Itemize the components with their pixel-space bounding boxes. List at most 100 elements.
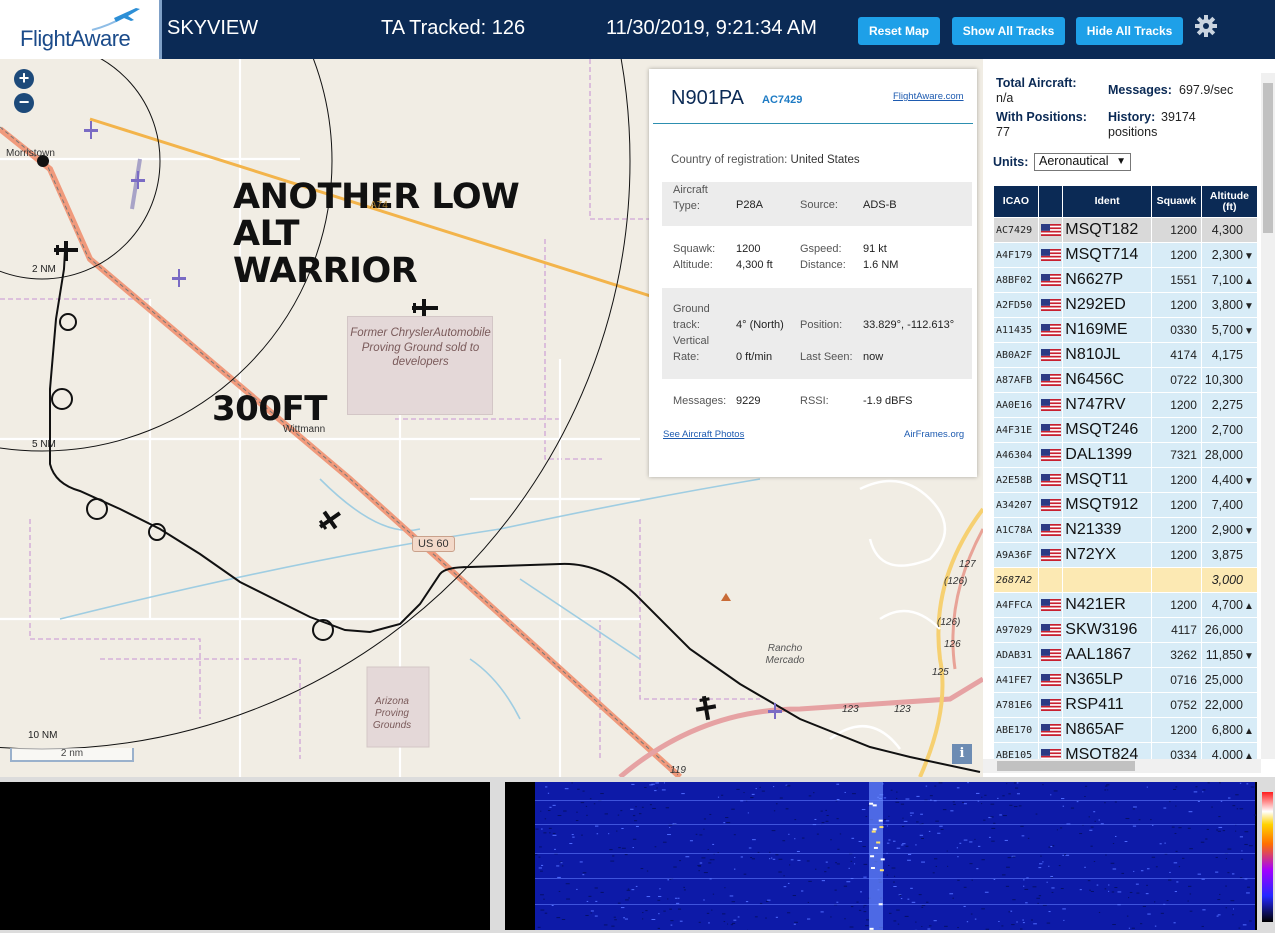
cell-altitude: 25,000 <box>1200 667 1259 693</box>
us-flag-icon <box>1040 723 1061 736</box>
col-header-squawk[interactable]: Squawk <box>1150 185 1202 218</box>
cell-flag <box>1037 342 1064 368</box>
cell-altitude: 3,800▼ <box>1200 292 1259 318</box>
cell-altitude: 2,700 <box>1200 417 1259 443</box>
aircraft-purple-icon[interactable] <box>131 171 145 189</box>
gspeed-label: Gspeed: <box>800 243 842 255</box>
spectrum-panel <box>0 777 1275 933</box>
table-row[interactable]: A1C78A N21339 1200 2,900▼ <box>993 517 1259 543</box>
cell-altitude: 7,400 <box>1200 492 1259 518</box>
aircraft-table-body: AC7429 MSQT182 1200 4,300 A4F179 MSQT714 1200 2… <box>993 217 1259 768</box>
cell-icao: A46304 <box>993 442 1039 468</box>
range-ring-label-10nm: 10 NM <box>28 730 58 741</box>
altitude-value: 22,000 <box>1204 698 1243 712</box>
app-name: SKYVIEW <box>167 17 259 39</box>
road-label-126: 126 <box>944 639 961 650</box>
aircraft-purple-icon[interactable] <box>172 269 186 287</box>
aircraft-icon[interactable] <box>694 695 718 721</box>
spectrum-waterfall-icon <box>535 782 1257 931</box>
cell-icao: A87AFB <box>993 367 1039 393</box>
cell-altitude: 22,000 <box>1200 692 1259 718</box>
scrollbar-thumb[interactable] <box>997 761 1135 771</box>
table-row[interactable]: A4F31E MSQT246 1200 2,700 <box>993 417 1259 443</box>
cell-icao: A9A36F <box>993 542 1039 568</box>
popup-section-speed: Squawk: 1200 Gspeed: 91 kt Altitude: 4,3… <box>662 228 972 286</box>
annotation-low-alt: ANOTHER LOW ALT WARRIOR <box>233 179 593 289</box>
scale-bar: 2 nm <box>10 748 134 762</box>
flightaware-logo[interactable]: FlightAware <box>0 0 162 59</box>
gear-icon[interactable] <box>1194 14 1218 38</box>
cell-flag <box>1037 592 1064 618</box>
table-header-row: ICAO Ident Squawk Altitude (ft) <box>993 185 1259 218</box>
position-value: 33.829°, -112.613° <box>863 319 955 331</box>
altitude-value: 2,700 <box>1211 423 1243 437</box>
zoom-in-button[interactable]: + <box>14 69 34 89</box>
distance-label: Distance: <box>800 259 846 271</box>
table-row[interactable]: A9A36F N72YX 1200 3,875 <box>993 542 1259 568</box>
cell-squawk <box>1150 567 1202 593</box>
cell-squawk: 1200 <box>1150 517 1202 543</box>
reset-map-button[interactable]: Reset Map <box>858 17 940 45</box>
altitude-value: 7,400 <box>1211 498 1243 512</box>
flightaware-link[interactable]: FlightAware.com <box>893 91 964 102</box>
table-row[interactable]: A41FE7 N365LP 0716 25,000 <box>993 667 1259 693</box>
table-row[interactable]: A87AFB N6456C 0722 10,300 <box>993 367 1259 393</box>
cell-ident: MSQT246 <box>1062 417 1152 443</box>
scrollbar-thumb[interactable] <box>1263 83 1273 233</box>
hide-all-tracks-button[interactable]: Hide All Tracks <box>1076 17 1183 45</box>
aircraft-icon[interactable] <box>317 507 343 533</box>
zoom-out-button[interactable]: − <box>14 93 34 113</box>
cell-altitude: 4,700▲ <box>1200 592 1259 618</box>
col-header-ident[interactable]: Ident <box>1062 185 1152 218</box>
table-row[interactable]: ADAB31 AAL1867 3262 11,850▼ <box>993 642 1259 668</box>
table-row[interactable]: AC7429 MSQT182 1200 4,300 <box>993 217 1259 243</box>
cell-flag <box>1037 517 1064 543</box>
range-ring-label-5nm: 5 NM <box>32 439 56 450</box>
info-button[interactable]: i <box>952 744 972 764</box>
table-row[interactable]: A8BF02 N6627P 1551 7,100▲ <box>993 267 1259 293</box>
cell-icao: 2687A2 <box>993 567 1039 593</box>
altitude-value: 4,700 <box>1211 598 1243 612</box>
altitude-trend-icon: ▼ <box>1244 476 1254 487</box>
units-select[interactable]: Aeronautical ▼ <box>1034 153 1131 171</box>
table-row[interactable]: A4FFCA N421ER 1200 4,700▲ <box>993 592 1259 618</box>
cell-altitude: 2,900▼ <box>1200 517 1259 543</box>
table-row[interactable]: A2FD50 N292ED 1200 3,800▼ <box>993 292 1259 318</box>
rssi-label: RSSI: <box>800 395 829 407</box>
table-row[interactable]: A97029 SKW3196 4117 26,000 <box>993 617 1259 643</box>
col-header-flag[interactable] <box>1037 185 1064 218</box>
table-row[interactable]: A781E6 RSP411 0752 22,000 <box>993 692 1259 718</box>
table-row[interactable]: A34207 MSQT912 1200 7,400 <box>993 492 1259 518</box>
table-row[interactable]: ABE170 N865AF 1200 6,800▲ <box>993 717 1259 743</box>
altitude-value: 4,300 ft <box>736 259 773 271</box>
skyview-app: FlightAware SKYVIEW TA Tracked: 126 11/3… <box>0 0 1275 933</box>
aircraft-purple-icon[interactable] <box>768 703 782 719</box>
table-row[interactable]: 2687A2 3,000 <box>993 567 1259 593</box>
cell-squawk: 1200 <box>1150 392 1202 418</box>
aircraft-purple-icon[interactable] <box>84 121 98 139</box>
aircraft-photos-link[interactable]: See Aircraft Photos <box>663 429 744 440</box>
show-all-tracks-button[interactable]: Show All Tracks <box>952 17 1065 45</box>
table-row[interactable]: A46304 DAL1399 7321 28,000 <box>993 442 1259 468</box>
col-header-altitude[interactable]: Altitude (ft) <box>1200 185 1259 218</box>
aircraft-info-popup: N901PA AC7429 FlightAware.com Country of… <box>649 69 977 477</box>
airframes-link[interactable]: AirFrames.org <box>904 429 964 440</box>
table-row[interactable]: A11435 N169ME 0330 5,700▼ <box>993 317 1259 343</box>
col-header-icao[interactable]: ICAO <box>993 185 1039 218</box>
aircraft-selected-icon[interactable] <box>52 239 80 263</box>
vertical-scrollbar[interactable] <box>1261 73 1275 759</box>
popup-icao: AC7429 <box>762 94 803 106</box>
cell-flag <box>1037 492 1064 518</box>
position-label: Position: <box>800 319 843 331</box>
table-row[interactable]: A2E58B MSQT11 1200 4,400▼ <box>993 467 1259 493</box>
cell-squawk: 1200 <box>1150 417 1202 443</box>
cell-ident: N421ER <box>1062 592 1152 618</box>
table-row[interactable]: AB0A2F N810JL 4174 4,175 <box>993 342 1259 368</box>
cell-ident: SKW3196 <box>1062 617 1152 643</box>
table-row[interactable]: AA0E16 N747RV 1200 2,275 <box>993 392 1259 418</box>
squawk-value: 1200 <box>736 243 761 255</box>
place-label-former-proving-ground: Former ChryslerAutomobile Proving Ground… <box>350 327 491 368</box>
table-row[interactable]: A4F179 MSQT714 1200 2,300▼ <box>993 242 1259 268</box>
cell-altitude: 4,400▼ <box>1200 467 1259 493</box>
horizontal-scrollbar[interactable] <box>983 759 1261 773</box>
